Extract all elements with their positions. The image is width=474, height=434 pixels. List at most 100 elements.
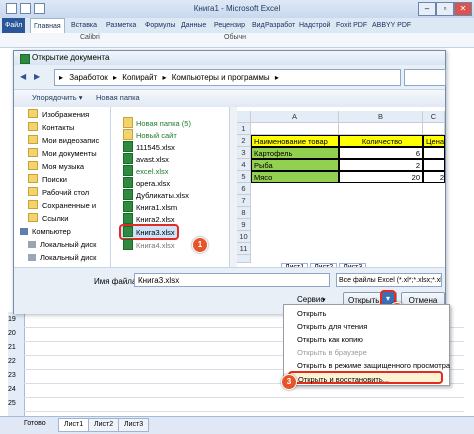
tab-addins[interactable]: Надстрой [296, 18, 333, 33]
tab-abbyy[interactable]: ABBYY PDF [369, 18, 414, 33]
menu-item-open-repair[interactable]: Открыть и восстановить... [288, 371, 443, 384]
excel-file-icon [123, 153, 133, 164]
file-item-selected[interactable]: Книга3.xlsx [119, 224, 179, 240]
tab-file[interactable]: Файл [2, 18, 26, 33]
folder-icon [28, 213, 38, 222]
cell [423, 123, 445, 135]
menu-item-open-browser[interactable]: Открыть в браузере [284, 346, 449, 359]
tools-button[interactable]: Сервис [297, 295, 324, 304]
row-number: 22 [8, 358, 16, 365]
disk-icon [28, 254, 36, 261]
row-number: 3 [237, 147, 251, 159]
nav-item-local-disk[interactable]: Локальный диск [28, 239, 108, 251]
tab-insert[interactable]: Вставка [68, 18, 100, 33]
cell: Картофель [251, 147, 339, 159]
excel-file-icon [123, 226, 133, 237]
tab-data[interactable]: Данные [178, 18, 209, 33]
file-item[interactable]: Новый сайт [123, 129, 177, 141]
row-number: 11 [237, 243, 251, 255]
folder-icon [28, 122, 38, 131]
file-name: Книга2.xlsx [136, 215, 175, 224]
filename-input[interactable]: Книга3.xlsx [134, 273, 330, 287]
nav-item-computer[interactable]: Компьютер [20, 226, 100, 238]
folder-icon [28, 161, 38, 170]
row-number: 8 [237, 207, 251, 219]
breadcrumb-item[interactable]: Компьютеры и программы [172, 73, 270, 82]
breadcrumb-item[interactable]: Заработок [69, 73, 108, 82]
excel-doc-icon [20, 54, 30, 64]
nav-item-music[interactable]: Моя музыка [28, 161, 108, 173]
file-name: avast.xlsx [136, 155, 169, 164]
file-item[interactable]: avast.xlsx [123, 153, 169, 165]
sheet-tab-3[interactable]: Лист3 [118, 418, 150, 432]
menu-item-open[interactable]: Открыть [284, 307, 449, 320]
nav-item-label: Локальный диск [40, 253, 97, 262]
nav-item-desktop[interactable]: Рабочий стол [28, 187, 108, 199]
open-options-menu: Открыть Открыть для чтения Открыть как к… [283, 304, 450, 386]
tab-home[interactable]: Главная [30, 18, 65, 34]
nav-item-contacts[interactable]: Контакты [28, 122, 108, 134]
file-item[interactable]: excel.xlsx [123, 165, 169, 177]
nav-item-label: Рабочий стол [42, 188, 90, 197]
folder-icon [28, 109, 38, 118]
breadcrumb[interactable]: ▸ Заработок ▸ Копирайт ▸ Компьютеры и пр… [54, 69, 401, 86]
tab-formulas[interactable]: Формулы [142, 18, 178, 33]
nav-item-local-disk[interactable]: Локальный диск [28, 252, 108, 264]
computer-breadcrumb-icon: ▸ [59, 73, 64, 82]
file-item[interactable]: Книга1.xlsm [123, 201, 177, 213]
tab-developer[interactable]: Разработ [262, 18, 298, 33]
nav-item-label: Мои видеозапис [42, 136, 100, 145]
nav-item-images[interactable]: Изображения [28, 109, 108, 121]
style-normal[interactable]: Обычн [224, 34, 246, 41]
ribbon-tabs: Файл Главная Вставка Разметка Формулы Да… [0, 18, 474, 34]
nav-item-videos[interactable]: Мои видеозапис [28, 135, 108, 147]
file-name: Книга3.xlsx [136, 228, 175, 237]
organize-button[interactable]: Упорядочить ▾ [32, 93, 82, 102]
row-number [237, 255, 251, 263]
folder-icon [123, 129, 133, 140]
menu-item-open-readonly[interactable]: Открыть для чтения [284, 320, 449, 333]
cell [423, 159, 445, 171]
col-header-c: C [423, 111, 445, 123]
sheet-tab-1[interactable]: Лист1 [58, 418, 90, 432]
folder-icon [28, 200, 38, 209]
back-arrow-icon[interactable]: ◀ [20, 72, 26, 81]
forward-arrow-icon[interactable]: ▶ [34, 72, 40, 81]
nav-item-documents[interactable]: Мои документы [28, 148, 108, 160]
tab-foxit[interactable]: Foxit PDF [333, 18, 370, 33]
search-input[interactable] [404, 69, 446, 86]
tab-review[interactable]: Рецензир [211, 18, 248, 33]
nav-item-searches[interactable]: Поиски [28, 174, 108, 186]
close-button[interactable]: ✕ [454, 2, 472, 16]
file-name: Новый сайт [136, 131, 177, 140]
file-item[interactable]: Новая папка (5) [123, 117, 191, 129]
nav-item-saved-games[interactable]: Сохраненные и [28, 200, 108, 212]
new-folder-button[interactable]: Новая папка [96, 93, 140, 102]
file-item[interactable]: Дубликаты.xlsx [123, 189, 189, 201]
tab-page-layout[interactable]: Разметка [103, 18, 139, 33]
font-name[interactable]: Calibri [80, 34, 100, 41]
nav-item-label: Ссылки [42, 214, 69, 223]
file-item[interactable]: Книга4.xlsx [123, 239, 175, 251]
filename-label: Имя файла: [94, 277, 139, 286]
file-item[interactable]: opera.xlsx [123, 177, 170, 189]
row-number: 4 [237, 159, 251, 171]
row-number: 20 [8, 330, 16, 337]
nav-item-links[interactable]: Ссылки [28, 213, 108, 225]
maximize-button[interactable]: ▫ [436, 2, 454, 16]
row-number: 5 [237, 171, 251, 183]
file-item[interactable]: 111545.xlsx [123, 141, 175, 153]
file-name: Новая папка (5) [136, 119, 191, 128]
file-name: excel.xlsx [136, 167, 169, 176]
excel-file-icon [123, 213, 133, 224]
excel-file-icon [123, 141, 133, 152]
preview-pane: A B C 1 2 3 4 5 6 7 8 9 10 11 Наименован… [237, 107, 445, 272]
breadcrumb-item[interactable]: Копирайт [122, 73, 157, 82]
cell: Мясо [251, 171, 339, 183]
header-cell-name: Наименование товар [251, 135, 339, 147]
sheet-tab-2[interactable]: Лист2 [88, 418, 120, 432]
menu-item-open-copy[interactable]: Открыть как копию [284, 333, 449, 346]
cell: 2 [423, 171, 445, 183]
minimize-button[interactable]: – [418, 2, 436, 16]
file-type-select[interactable]: Все файлы Excel (*.xl*;*.xlsx;*.xl [336, 273, 442, 287]
